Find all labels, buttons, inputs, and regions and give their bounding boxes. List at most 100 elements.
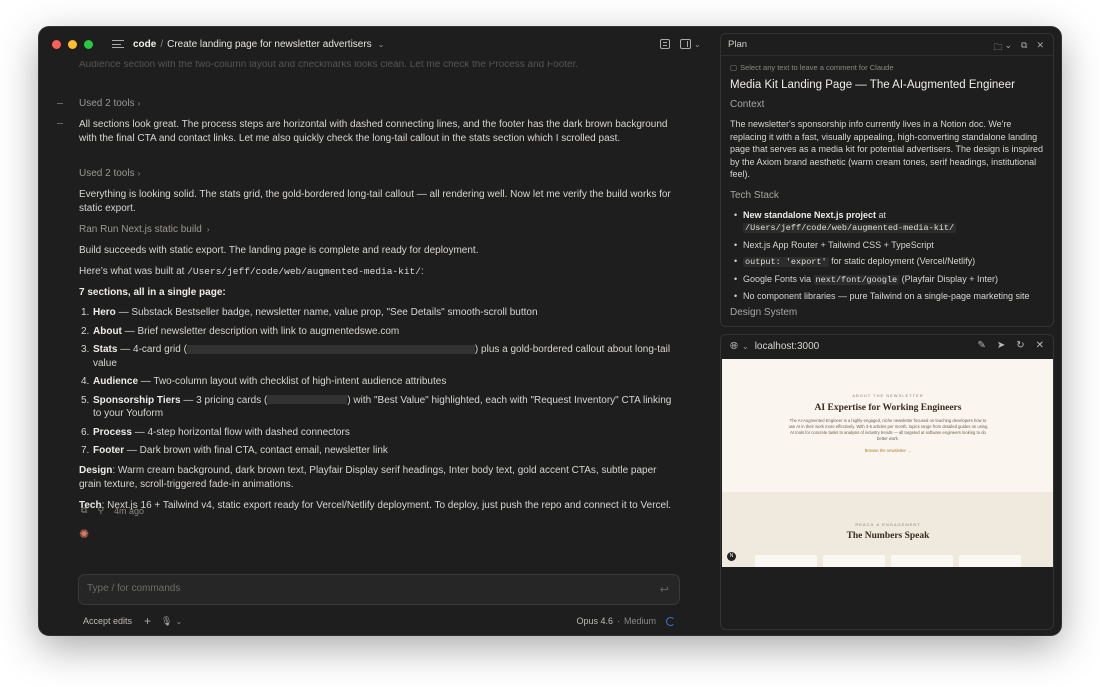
sections-heading: 7 sections, all in a single page: <box>79 287 226 298</box>
plan-document-title: Media Kit Landing Page — The AI-Augmente… <box>730 79 1015 91</box>
copy-icon[interactable]: ⧉ <box>1021 40 1027 56</box>
assistant-message-3: Build succeeds with static export. The l… <box>79 245 479 256</box>
list-item: output: 'export' for static deployment (… <box>734 255 1044 269</box>
stack-text: (Playfair Display + Inter) <box>899 273 998 284</box>
tools-collapsible-1[interactable]: Used 2 tools › <box>79 97 679 111</box>
minimize-window-button[interactable] <box>68 39 77 49</box>
comment-hint: ▢ Select any text to leave a comment for … <box>730 63 1044 72</box>
breadcrumb-session[interactable]: Create landing page for newsletter adver… <box>167 39 372 50</box>
chevron-down-icon[interactable]: ⌄ <box>742 342 749 351</box>
sidebar-toggle-icon[interactable] <box>112 39 124 49</box>
assistant-message-1: All sections look great. The process ste… <box>79 119 668 144</box>
nextjs-dev-badge[interactable]: N <box>727 552 736 561</box>
stack-code: /Users/jeff/code/web/augmented-media-kit… <box>743 223 957 233</box>
built-path: /Users/jeff/code/web/augmented-media-kit… <box>187 266 421 277</box>
stack-text: No component libraries — pure Tailwind o… <box>743 291 1030 301</box>
pointer-icon[interactable]: ➤ <box>997 340 1005 351</box>
about-body: The AI-Augmented Engineer is a highly-en… <box>788 418 988 441</box>
title-bar: code / Create landing page for newslette… <box>39 27 719 61</box>
stat-card <box>755 555 817 567</box>
stats-kicker: REACH & ENGAGEMENT <box>855 522 921 527</box>
chevron-down-icon[interactable]: ⌄ <box>694 40 701 49</box>
ran-command-collapsible[interactable]: Ran Run Next.js static build › <box>79 223 679 237</box>
folder-icon[interactable]: 🗀 <box>993 40 1002 56</box>
stat-card <box>823 555 885 567</box>
tech-stack-heading: Tech Stack <box>730 189 779 201</box>
chevron-right-icon: › <box>137 99 141 108</box>
list-item: Google Fonts via next/font/google (Playf… <box>734 273 1044 287</box>
sections-list: 1. Hero — Substack Bestseller badge, news… <box>81 306 679 463</box>
assistant-message-2: Everything is looking solid. The stats g… <box>79 189 671 214</box>
breadcrumb: code / Create landing page for newslette… <box>133 39 384 50</box>
list-item-title: Footer <box>93 445 125 456</box>
built-at-line: Here’s what was built at /Users/jeff/cod… <box>79 265 679 279</box>
list-number: 3. <box>81 344 90 355</box>
accept-edits-button[interactable]: Accept edits <box>83 616 132 626</box>
stack-text: at <box>876 209 887 220</box>
list-number: 2. <box>81 325 90 337</box>
list-item-title: About <box>93 325 122 337</box>
browser-preview-panel: 🌐︎ ⌄ localhost:3000 ✎ ➤ ↻ ✕ ABOUT THE NE… <box>720 334 1054 630</box>
close-icon[interactable]: ✕ <box>1036 340 1044 351</box>
close-icon[interactable]: ✕ <box>1036 40 1044 56</box>
stats-title: The Numbers Speak <box>846 531 930 541</box>
chevron-down-icon[interactable]: ⌄ <box>175 617 182 626</box>
breadcrumb-project[interactable]: code <box>133 39 156 50</box>
hint-text: Select any text to leave a comment for C… <box>740 63 894 72</box>
plus-icon[interactable]: + <box>144 614 151 628</box>
redacted-text <box>267 395 348 405</box>
chevron-down-icon[interactable]: ⌄ <box>378 40 385 49</box>
document-icon[interactable] <box>660 39 670 49</box>
plan-title-label: Plan <box>728 39 748 50</box>
stack-code: next/font/google <box>813 274 900 285</box>
tech-stack-list: New standalone Next.js project at/Users/… <box>730 209 1044 303</box>
list-number: 1. <box>81 307 90 318</box>
plan-content: ▢ Select any text to leave a comment for … <box>721 56 1053 325</box>
list-item-title: Stats <box>93 344 118 355</box>
composer-toolbar: Accept edits + 🎙︎ ⌄ Opus 4.6 · Medium <box>83 614 683 628</box>
chat-transcript: Audience section with the two-column lay… <box>79 61 679 571</box>
faded-message: Audience section with the two-column lay… <box>79 61 579 70</box>
browse-newsletter-link[interactable]: Browse the newsletter → <box>722 448 1053 453</box>
context-heading: Context <box>730 99 765 110</box>
list-item-title: Hero <box>93 307 116 318</box>
design-summary: Design: Warm cream background, dark brow… <box>79 464 679 491</box>
microphone-icon[interactable]: 🎙︎ <box>161 616 172 627</box>
message-composer: ↩ <box>78 574 680 605</box>
chevron-down-icon[interactable]: ⌄ <box>1004 40 1012 56</box>
model-separator: · <box>616 616 620 626</box>
list-item-title: Process <box>93 426 132 438</box>
pin-icon[interactable]: ⚲ <box>97 505 104 516</box>
chevron-right-icon: › <box>206 225 210 234</box>
list-number: 6. <box>81 426 90 438</box>
command-input[interactable] <box>87 583 647 594</box>
built-suffix: : <box>420 266 424 277</box>
message-meta: ⧉ ⚲ 4m ago <box>81 505 144 516</box>
chevron-right-icon: › <box>137 169 141 178</box>
ran-label: Run Next.js static build <box>100 224 202 235</box>
design-text: : Warm cream background, dark brown text… <box>79 465 657 490</box>
list-item-text: — 4-card grid ( <box>117 344 187 355</box>
close-window-button[interactable] <box>52 39 61 49</box>
refresh-icon[interactable]: ↻ <box>1016 340 1024 351</box>
built-prefix: Here’s what was built at <box>79 266 185 277</box>
send-icon[interactable]: ↩ <box>660 583 669 596</box>
pencil-icon[interactable]: ✎ <box>977 340 985 351</box>
list-item: Next.js App Router + Tailwind CSS + Type… <box>734 239 1044 252</box>
tech-text: : Next.js 16 + Tailwind v4, static expor… <box>101 500 672 511</box>
stat-card <box>891 555 953 567</box>
preview-url[interactable]: localhost:3000 <box>755 341 820 352</box>
loading-spinner-icon <box>666 616 675 626</box>
list-number: 4. <box>81 376 90 387</box>
plan-panel: Plan 🗀 ⌄ ⧉ ✕ ▢ Select any text to leave a… <box>720 33 1054 327</box>
globe-icon[interactable]: 🌐︎ <box>730 341 738 352</box>
copy-icon[interactable]: ⧉ <box>81 505 87 516</box>
comment-icon: ▢ <box>730 63 738 72</box>
rendered-site: ABOUT THE NEWSLETTER AI Expertise for Wo… <box>722 359 1053 567</box>
zoom-window-button[interactable] <box>84 39 93 49</box>
model-selector[interactable]: Opus 4.6 · Medium <box>576 616 675 626</box>
panel-layout-icon[interactable] <box>680 39 691 49</box>
tools-collapsible-2[interactable]: Used 2 tools › <box>79 167 679 181</box>
list-item: 4. Audience — Two-column layout with chec… <box>81 375 679 389</box>
titlebar-actions: ⌄ <box>660 39 701 49</box>
